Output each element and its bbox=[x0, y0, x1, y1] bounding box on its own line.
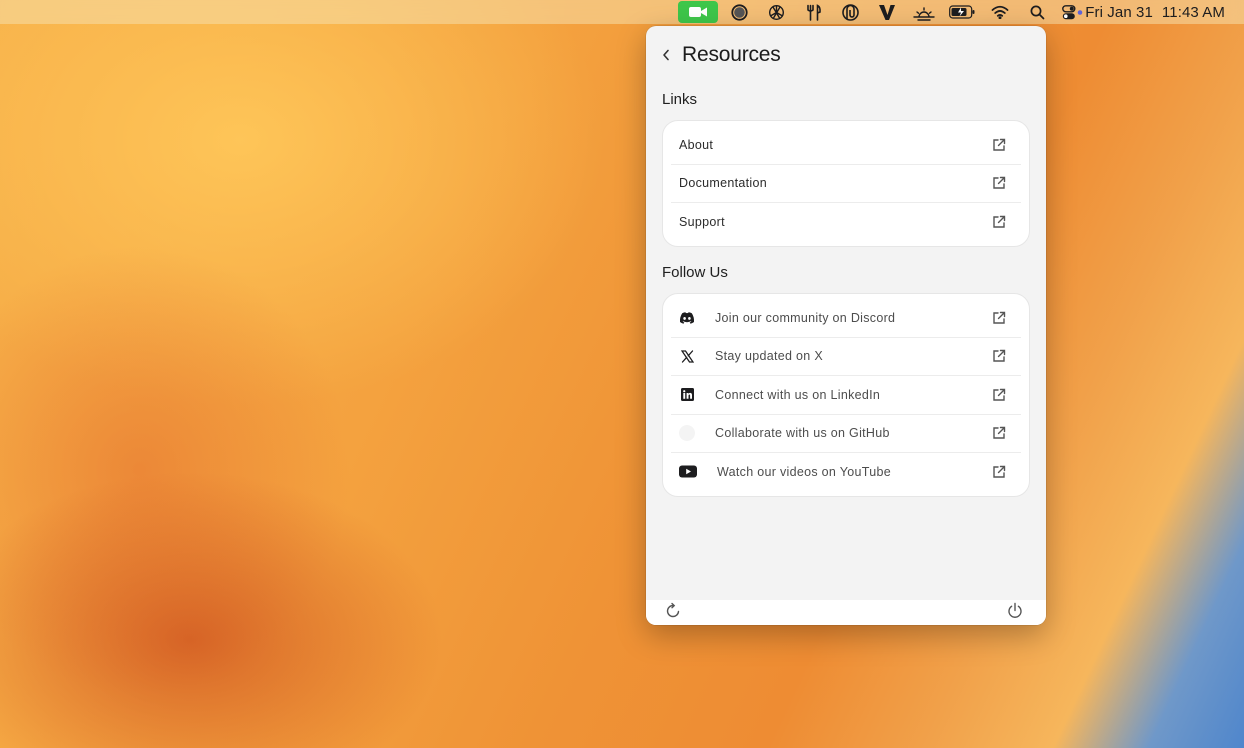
github-icon bbox=[679, 425, 695, 442]
link-about[interactable]: About bbox=[671, 126, 1021, 164]
circle-app-icon[interactable] bbox=[727, 0, 751, 24]
refresh-icon bbox=[666, 602, 680, 618]
social-label: Connect with us on LinkedIn bbox=[715, 387, 881, 402]
battery-icon bbox=[949, 0, 975, 24]
social-label: Watch our videos on YouTube bbox=[717, 464, 891, 479]
sunrise-icon[interactable] bbox=[912, 0, 936, 24]
external-link-icon bbox=[993, 465, 1006, 478]
external-link-icon bbox=[993, 350, 1006, 362]
external-link-icon bbox=[993, 177, 1006, 189]
external-link-icon bbox=[993, 311, 1006, 324]
v-app-icon[interactable] bbox=[875, 0, 899, 24]
paperclip-icon[interactable] bbox=[838, 0, 862, 24]
social-card: Join our community on Discord Stay updat… bbox=[662, 293, 1030, 497]
social-label: Join our community on Discord bbox=[715, 310, 896, 325]
power-icon bbox=[1008, 602, 1022, 618]
discord-icon bbox=[679, 310, 695, 326]
link-label: About bbox=[679, 137, 714, 152]
social-label: Collaborate with us on GitHub bbox=[715, 426, 890, 441]
x-icon bbox=[679, 348, 695, 364]
menu-bar-date: Fri Jan 31 bbox=[1085, 3, 1153, 21]
external-link-icon bbox=[993, 215, 1006, 228]
links-card: About Documentation Support bbox=[662, 120, 1030, 247]
openai-icon[interactable] bbox=[764, 0, 788, 24]
social-label: Stay updated on X bbox=[715, 349, 823, 364]
follow-us-heading: Follow Us bbox=[662, 264, 728, 281]
links-heading: Links bbox=[662, 91, 698, 108]
link-label: Documentation bbox=[679, 176, 767, 191]
refresh-button[interactable] bbox=[662, 600, 684, 622]
social-youtube[interactable]: Watch our videos on YouTube bbox=[671, 452, 1021, 491]
back-button[interactable] bbox=[654, 43, 678, 67]
link-label: Support bbox=[679, 214, 725, 229]
menu-bar-clock[interactable]: Fri Jan 31 11:43 AM bbox=[1085, 4, 1225, 21]
fork-knife-icon[interactable] bbox=[801, 0, 825, 24]
panel-header: Resources bbox=[646, 26, 1046, 84]
social-discord[interactable]: Join our community on Discord bbox=[671, 299, 1021, 337]
control-center-icon[interactable] bbox=[1062, 0, 1084, 24]
panel-footer bbox=[646, 600, 1046, 625]
external-link-icon bbox=[993, 427, 1006, 439]
chevron-left-icon bbox=[663, 49, 669, 61]
menu-bar: Fri Jan 31 11:43 AM bbox=[0, 0, 1244, 24]
search-icon[interactable] bbox=[1025, 0, 1049, 24]
link-support[interactable]: Support bbox=[671, 202, 1021, 241]
social-github[interactable]: Collaborate with us on GitHub bbox=[671, 413, 1021, 453]
video-camera-icon[interactable] bbox=[678, 1, 719, 23]
menu-bar-time: 11:43 AM bbox=[1161, 3, 1225, 21]
power-button[interactable] bbox=[1004, 600, 1026, 622]
youtube-icon bbox=[679, 464, 697, 480]
linkedin-icon bbox=[679, 387, 695, 403]
page-title: Resources bbox=[682, 43, 781, 66]
resources-panel: Resources Links About Documentation Supp… bbox=[646, 26, 1046, 625]
external-link-icon bbox=[993, 138, 1006, 151]
menu-bar-status-area: Fri Jan 31 11:43 AM bbox=[678, 0, 1244, 24]
social-x[interactable]: Stay updated on X bbox=[671, 336, 1021, 376]
social-linkedin[interactable]: Connect with us on LinkedIn bbox=[671, 375, 1021, 414]
wifi-icon[interactable] bbox=[988, 0, 1012, 24]
external-link-icon bbox=[993, 388, 1006, 401]
link-documentation[interactable]: Documentation bbox=[671, 163, 1021, 203]
